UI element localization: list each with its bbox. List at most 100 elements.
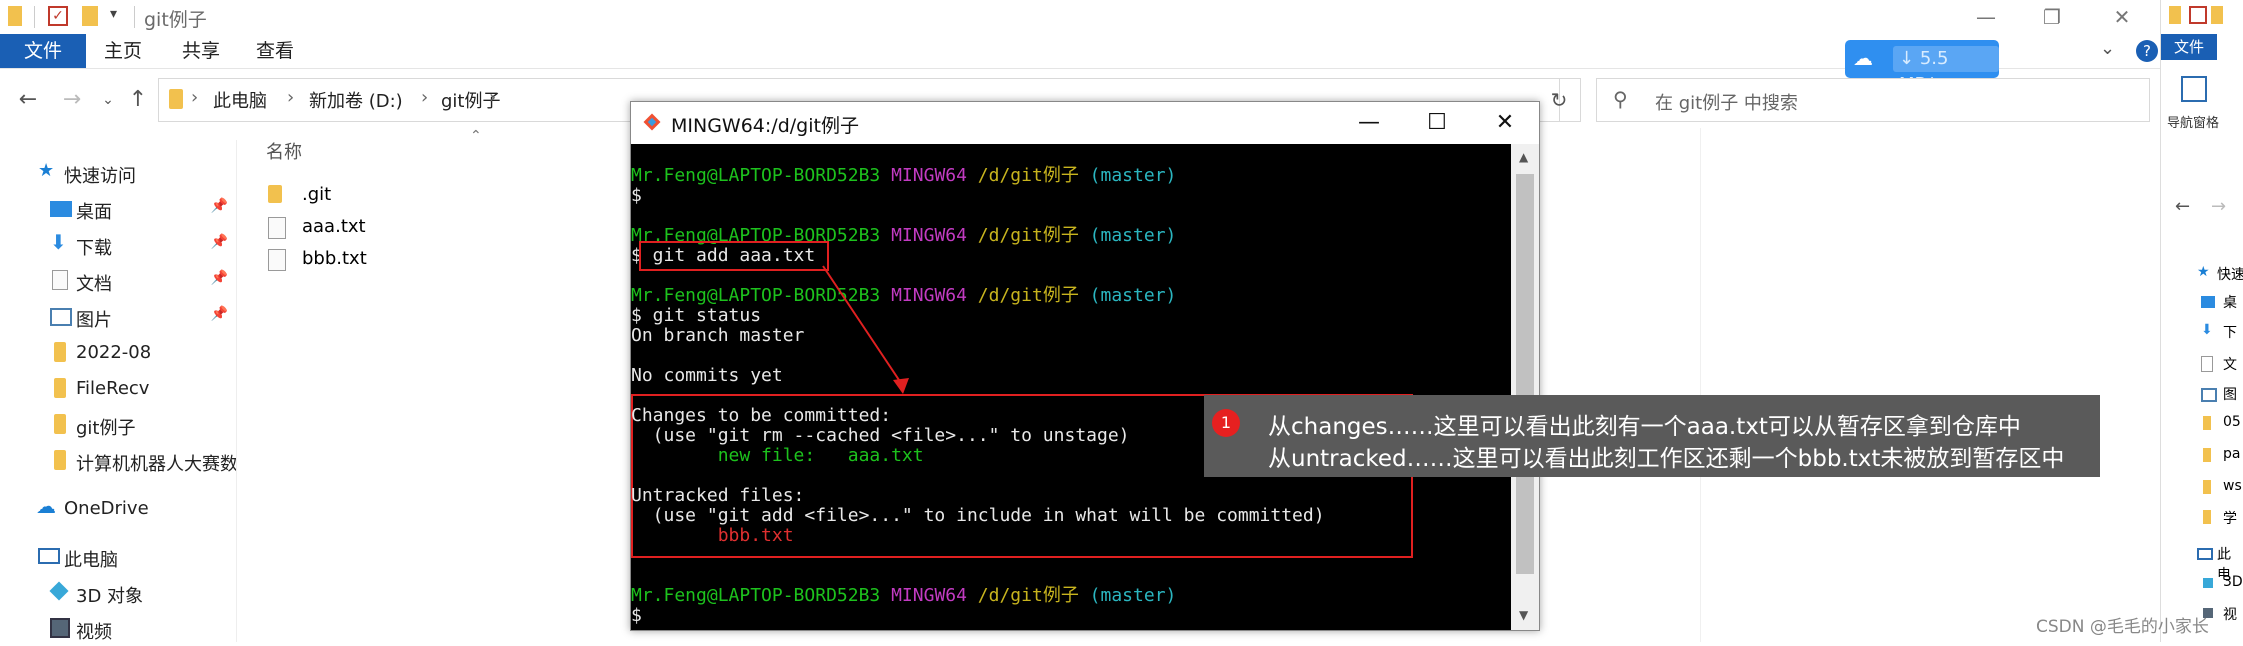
tab-view[interactable]: 查看 bbox=[236, 34, 314, 68]
breadcrumb-separator[interactable]: › bbox=[191, 87, 198, 108]
computer-icon bbox=[2197, 548, 2213, 560]
recent-locations-icon[interactable]: ⌄ bbox=[92, 84, 124, 116]
sidebar-item-this-pc[interactable]: 此电脑 bbox=[0, 540, 236, 574]
properties-checkbox-icon[interactable]: ✓ bbox=[48, 6, 68, 26]
pin-icon[interactable]: 📌 bbox=[211, 198, 228, 214]
minimize-button[interactable]: — bbox=[1958, 2, 2014, 32]
scroll-up-icon[interactable]: ▲ bbox=[1519, 150, 1528, 164]
breadcrumb-separator[interactable]: › bbox=[287, 87, 294, 108]
pin-icon[interactable]: 📌 bbox=[211, 234, 228, 250]
up-button[interactable]: ↑ bbox=[122, 84, 154, 116]
tab-file[interactable]: 文件 bbox=[2161, 34, 2217, 60]
file-row[interactable]: aaa.txt bbox=[264, 212, 564, 242]
ribbon-tabs: 文件 主页 共享 查看 ⌄ ? bbox=[0, 34, 2160, 69]
divider bbox=[34, 6, 35, 28]
picture-icon bbox=[50, 308, 72, 326]
file-name: aaa.txt bbox=[302, 216, 366, 237]
sidebar-item-documents[interactable]: 文档 📌 bbox=[0, 264, 236, 298]
scroll-thumb[interactable] bbox=[1516, 174, 1534, 574]
ribbon-expand-icon[interactable]: ⌄ bbox=[2100, 38, 2115, 59]
sidebar-item-downloads[interactable]: ⬇ 下载 📌 bbox=[0, 228, 236, 262]
scroll-down-icon[interactable]: ▼ bbox=[1519, 608, 1528, 622]
close-button[interactable]: ✕ bbox=[2094, 2, 2150, 32]
sidebar-item-2022-08[interactable]: 2022-08 bbox=[0, 336, 236, 370]
terminal-scrollbar[interactable]: ▲ ▼ bbox=[1511, 144, 1539, 630]
sidebar-item-label[interactable]: 快速 bbox=[2217, 264, 2243, 284]
sidebar-item-label[interactable]: ws bbox=[2223, 478, 2242, 494]
column-header-name[interactable]: 名称 bbox=[266, 138, 302, 164]
sidebar-item-label: FileRecv bbox=[76, 378, 150, 399]
forward-button[interactable]: → bbox=[2211, 196, 2226, 217]
sidebar-item-3d-objects[interactable]: 3D 对象 bbox=[0, 576, 236, 610]
pin-icon[interactable]: 📌 bbox=[211, 270, 228, 286]
folder-icon bbox=[169, 89, 183, 109]
search-placeholder: 在 git例子 中搜索 bbox=[1655, 93, 1798, 114]
sidebar-item-label: 计算机机器人大赛数 bbox=[76, 454, 236, 475]
sidebar-item-label: 视频 bbox=[76, 622, 112, 643]
folder-icon bbox=[2203, 448, 2211, 462]
cube-icon bbox=[2203, 578, 2213, 588]
sidebar-item-label[interactable]: 下 bbox=[2223, 322, 2237, 342]
navigation-pane-label[interactable]: 导航窗格 bbox=[2167, 112, 2219, 131]
breadcrumb-separator[interactable]: › bbox=[489, 87, 496, 108]
search-input[interactable]: ⚲ 在 git例子 中搜索 bbox=[1596, 78, 2150, 122]
back-button[interactable]: ← bbox=[12, 84, 44, 116]
terminal-maximize-button[interactable]: ☐ bbox=[1403, 102, 1471, 144]
sidebar-item-filerecv[interactable]: FileRecv bbox=[0, 372, 236, 406]
file-name: bbb.txt bbox=[302, 248, 367, 269]
sidebar-item-label: 桌面 bbox=[76, 202, 112, 223]
folder-icon bbox=[8, 6, 22, 26]
terminal-close-button[interactable]: ✕ bbox=[1471, 102, 1539, 144]
star-icon: ★ bbox=[2197, 264, 2210, 280]
sidebar-item-robot-contest[interactable]: 计算机机器人大赛数 bbox=[0, 444, 236, 478]
tab-home[interactable]: 主页 bbox=[84, 34, 162, 68]
breadcrumb-drive-d[interactable]: 新加卷 (D:) bbox=[309, 87, 403, 113]
sidebar-item-label[interactable]: pa bbox=[2223, 446, 2240, 462]
sidebar-item-quick-access[interactable]: ★ 快速访问 bbox=[0, 156, 236, 190]
sidebar-item-label[interactable]: 图 bbox=[2223, 384, 2237, 404]
refresh-button[interactable]: ↻ bbox=[1538, 78, 1581, 122]
mingw64-terminal-window[interactable]: MINGW64:/d/git例子 — ☐ ✕ Mr.Feng@LAPTOP-BO… bbox=[630, 101, 1540, 631]
sidebar-item-videos[interactable]: 视频 bbox=[0, 612, 236, 646]
sidebar-item-label[interactable]: 视 bbox=[2223, 604, 2237, 624]
checkbox-icon bbox=[2189, 6, 2207, 24]
file-name: .git bbox=[302, 184, 332, 205]
tab-file[interactable]: 文件 bbox=[0, 34, 87, 68]
download-icon: ⬇ bbox=[50, 230, 67, 254]
sidebar-item-pictures[interactable]: 图片 📌 bbox=[0, 300, 236, 334]
folder-icon bbox=[54, 378, 66, 398]
terminal-minimize-button[interactable]: — bbox=[1335, 102, 1403, 144]
star-icon: ★ bbox=[38, 160, 55, 181]
network-speed-widget[interactable]: ☁ ↓ 5.5 MB/s bbox=[1845, 40, 1999, 95]
sidebar-item-label[interactable]: 3D bbox=[2223, 574, 2243, 590]
tab-share[interactable]: 共享 bbox=[162, 34, 240, 68]
folder-icon bbox=[2211, 6, 2223, 24]
terminal-output[interactable]: Mr.Feng@LAPTOP-BORD52B3 MINGW64 /d/git例子… bbox=[631, 144, 1511, 630]
file-row[interactable]: bbb.txt bbox=[264, 244, 564, 274]
breadcrumb-separator[interactable]: › bbox=[421, 87, 428, 108]
file-row[interactable]: .git bbox=[264, 180, 564, 210]
new-folder-icon[interactable] bbox=[82, 6, 98, 26]
forward-button[interactable]: → bbox=[56, 84, 88, 116]
chevron-down-icon[interactable]: ▾ bbox=[110, 6, 117, 22]
sidebar-item-desktop[interactable]: 桌面 📌 bbox=[0, 192, 236, 226]
navigation-pane-icon[interactable] bbox=[2181, 76, 2207, 102]
sidebar-item-label[interactable]: 学 bbox=[2223, 508, 2237, 528]
sidebar-item-label: 文档 bbox=[76, 274, 112, 295]
restore-button[interactable]: ❐ bbox=[2024, 2, 2080, 32]
sidebar-item-label[interactable]: 05 bbox=[2223, 414, 2241, 430]
sidebar-item-git-folder[interactable]: git例子 bbox=[0, 408, 236, 442]
pin-icon[interactable]: 📌 bbox=[211, 306, 228, 322]
divider bbox=[134, 6, 135, 28]
download-icon: ⬇ bbox=[2201, 322, 2213, 338]
download-speed: ↓ 5.5 MB/s bbox=[1893, 46, 1999, 95]
text-file-icon bbox=[268, 249, 286, 271]
sidebar-item-label[interactable]: 文 bbox=[2223, 354, 2237, 374]
sidebar-item-onedrive[interactable]: ☁ OneDrive bbox=[0, 492, 236, 526]
sidebar-item-label: 此电脑 bbox=[64, 550, 118, 571]
help-icon[interactable]: ? bbox=[2136, 40, 2158, 62]
back-button[interactable]: ← bbox=[2175, 196, 2190, 217]
breadcrumb-this-pc[interactable]: 此电脑 bbox=[213, 87, 267, 113]
sidebar-item-label[interactable]: 桌 bbox=[2223, 292, 2237, 312]
annotation-number-badge: 1 bbox=[1212, 409, 1240, 437]
